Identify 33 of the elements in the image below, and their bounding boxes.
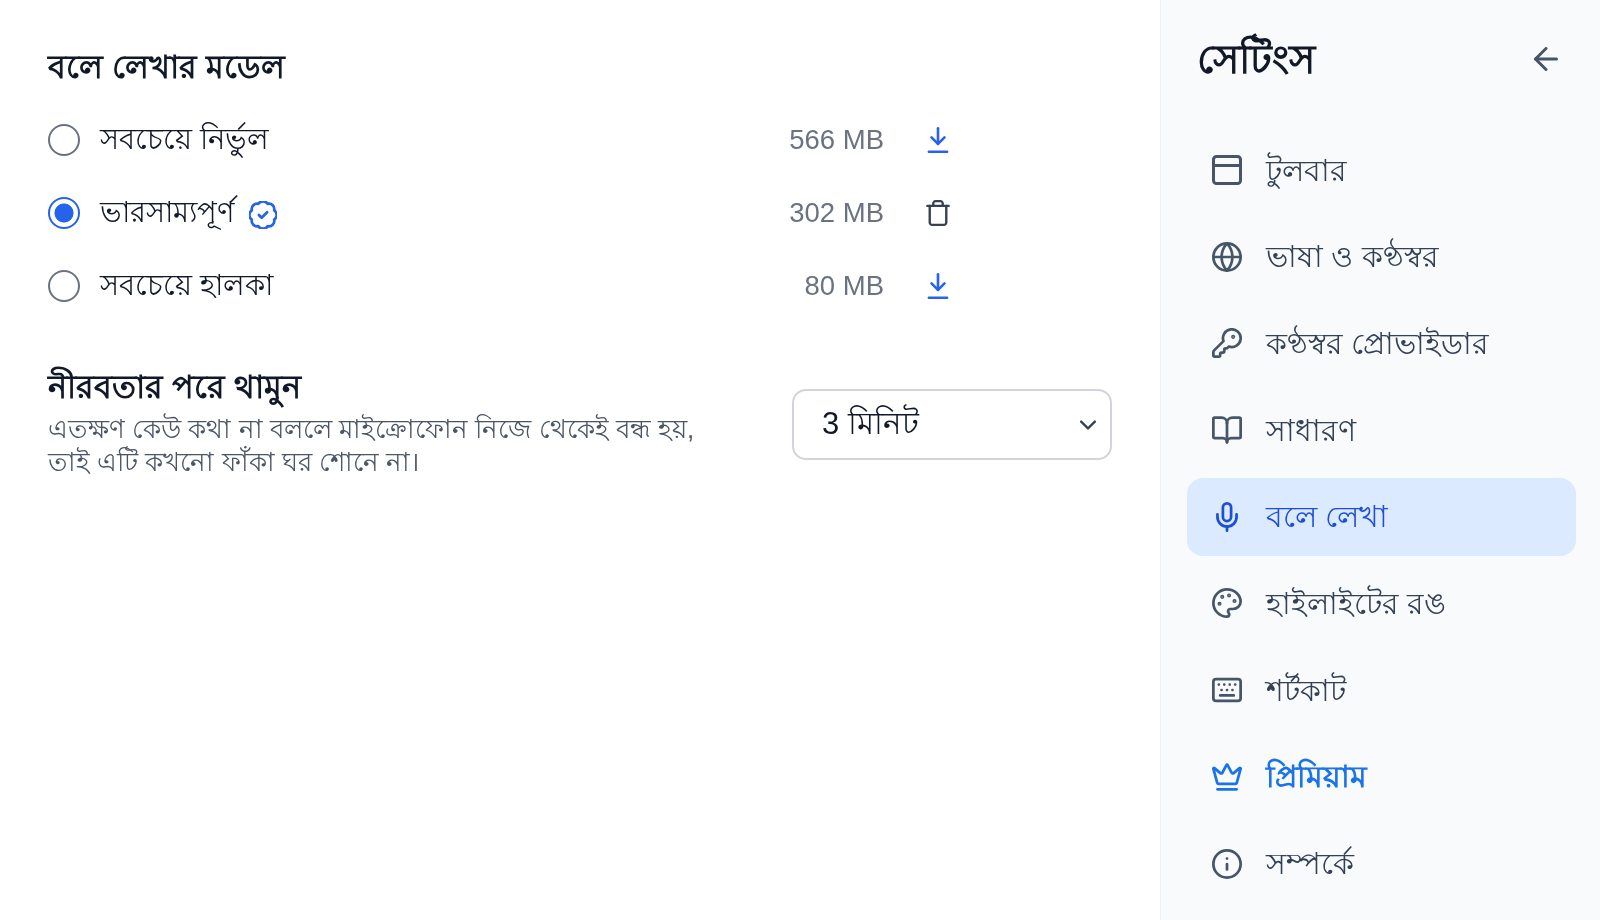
premium-link[interactable]: প্রিমিয়াম — [1187, 737, 1576, 816]
sidebar-item[interactable]: শর্টকাট — [1187, 651, 1576, 730]
sidebar-item[interactable]: সম্পর্কে — [1187, 824, 1576, 903]
sidebar-title: সেটিংস — [1197, 35, 1315, 83]
section-heading: নীরবতার পরে থামুন — [48, 365, 728, 409]
globe-icon — [1212, 241, 1242, 272]
download-icon — [925, 272, 951, 299]
sidebar-item[interactable]: কণ্ঠস্বর প্রোভাইডার — [1187, 304, 1576, 383]
trash-icon — [925, 199, 951, 226]
sidebar-item[interactable]: সাধারণ — [1187, 391, 1576, 470]
radio-button[interactable] — [48, 123, 80, 156]
sidebar-item[interactable]: বলে লেখা — [1187, 477, 1576, 556]
model-label: সবচেয়ে হালকা — [100, 267, 274, 303]
description-text: এতক্ষণ কেউ কথা না বললে মাইক্রোফোন নিজে থেকেই বন্ধ হয়, তাই এটি কখনো ফাঁকা ঘর শোনে না। — [48, 413, 696, 479]
sidebar-item[interactable]: টুলবার — [1187, 131, 1576, 209]
duration-dropdown[interactable]: 3 মিনিট — [792, 389, 1112, 460]
download-icon — [925, 126, 951, 153]
palette-icon — [1212, 588, 1242, 619]
model-size: 566 MB — [789, 122, 884, 157]
info-icon — [1212, 848, 1242, 879]
book-icon — [1212, 415, 1242, 446]
model-label: সবচেয়ে নির্ভুল — [100, 120, 270, 159]
chevron-down-icon — [1080, 419, 1096, 430]
model-size: 80 MB — [804, 268, 884, 303]
model-size: 302 MB — [789, 195, 884, 230]
sidebar-item[interactable]: হাইলাইটের রঙ — [1187, 564, 1576, 643]
radio-button[interactable] — [48, 196, 80, 229]
section-heading: বলে লেখার মডেল — [48, 48, 287, 87]
window-icon — [1212, 155, 1242, 185]
sidebar-item[interactable]: ভাষা ও কণ্ঠস্বর — [1187, 217, 1576, 296]
crown-icon — [1212, 761, 1242, 792]
radio-button[interactable] — [48, 269, 80, 302]
key-icon — [1212, 328, 1242, 359]
